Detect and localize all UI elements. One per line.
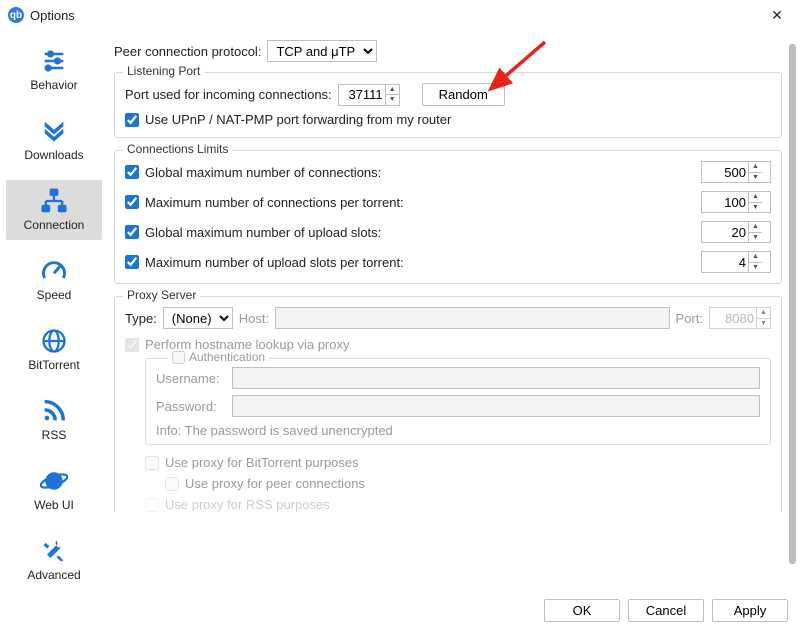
group-proxy-server: Proxy Server Type: (None) Host: Port: ▲▼… (114, 296, 782, 512)
group-listening-port: Listening Port Port used for incoming co… (114, 72, 782, 138)
username-label: Username: (156, 371, 226, 386)
proxy-host-label: Host: (239, 311, 269, 326)
sidebar-item-bittorrent[interactable]: BitTorrent (6, 320, 102, 380)
limit-global-upload-input[interactable]: ▲▼ (701, 221, 771, 243)
sidebar-item-label: Downloads (24, 148, 83, 162)
network-icon (39, 186, 69, 216)
sidebar-item-behavior[interactable]: Behavior (6, 40, 102, 100)
proxy-type-label: Type: (125, 311, 157, 326)
limit-global-conn-checkbox[interactable] (125, 165, 139, 179)
password-info: Info: The password is saved unencrypted (156, 423, 760, 438)
proxy-rss-checkbox (145, 498, 159, 512)
limit-global-upload-checkbox[interactable] (125, 225, 139, 239)
group-title: Proxy Server (123, 288, 200, 302)
proxy-peer-checkbox (165, 477, 179, 491)
proxy-peer-label: Use proxy for peer connections (185, 476, 365, 491)
planet-icon (39, 466, 69, 496)
proxy-port-input: ▲▼ (709, 307, 771, 329)
sidebar-item-label: Behavior (30, 78, 77, 92)
proxy-type-select[interactable]: (None) (163, 307, 233, 329)
sidebar-item-label: Web UI (34, 498, 74, 512)
proxy-bt-label: Use proxy for BitTorrent purposes (165, 455, 359, 470)
limit-conn-per-torrent-checkbox[interactable] (125, 195, 139, 209)
password-label: Password: (156, 399, 226, 414)
sidebar-item-label: RSS (42, 428, 67, 442)
proxy-rss-label: Use proxy for RSS purposes (165, 497, 330, 512)
cancel-button[interactable]: Cancel (628, 599, 704, 622)
chevrons-down-icon (39, 116, 69, 146)
group-title: Connections Limits (123, 142, 232, 156)
scrollbar[interactable] (789, 44, 796, 564)
sidebar-item-downloads[interactable]: Downloads (6, 110, 102, 170)
limit-global-conn-input[interactable]: ▲▼ (701, 161, 771, 183)
sidebar-item-rss[interactable]: RSS (6, 390, 102, 450)
limit-label: Maximum number of connections per torren… (145, 195, 404, 210)
window-title: Options (30, 8, 75, 23)
limit-upload-per-torrent-input[interactable]: ▲▼ (701, 251, 771, 273)
sidebar-item-label: Speed (37, 288, 72, 302)
sidebar: Behavior Downloads Connection Speed BitT… (0, 30, 108, 590)
close-button[interactable]: ✕ (762, 7, 792, 24)
proxy-host-input (275, 307, 669, 329)
group-title: Listening Port (123, 64, 204, 78)
titlebar: qb Options ✕ (0, 0, 800, 30)
gauge-icon (39, 256, 69, 286)
proxy-port-label: Port: (676, 311, 703, 326)
upnp-label: Use UPnP / NAT-PMP port forwarding from … (145, 112, 451, 127)
sliders-icon (39, 46, 69, 76)
apply-button[interactable]: Apply (712, 599, 788, 622)
sidebar-item-connection[interactable]: Connection (6, 180, 102, 240)
sidebar-item-label: Advanced (27, 568, 80, 582)
peer-protocol-label: Peer connection protocol: (114, 44, 261, 59)
sidebar-item-webui[interactable]: Web UI (6, 460, 102, 520)
random-button[interactable]: Random (422, 83, 505, 106)
port-label: Port used for incoming connections: (125, 87, 332, 102)
limit-conn-per-torrent-input[interactable]: ▲▼ (701, 191, 771, 213)
auth-label: Authentication (189, 350, 265, 364)
sidebar-item-label: BitTorrent (28, 358, 79, 372)
app-icon: qb (8, 7, 24, 23)
limit-label: Maximum number of upload slots per torre… (145, 255, 404, 270)
sidebar-item-speed[interactable]: Speed (6, 250, 102, 310)
limit-label: Global maximum number of connections: (145, 165, 381, 180)
ok-button[interactable]: OK (544, 599, 620, 622)
upnp-checkbox[interactable] (125, 113, 139, 127)
globe-icon (39, 326, 69, 356)
auth-checkbox (172, 351, 185, 364)
username-input (232, 367, 760, 389)
password-input (232, 395, 760, 417)
port-input[interactable]: ▲▼ (338, 84, 400, 106)
port-value[interactable] (339, 85, 385, 105)
port-spinner[interactable]: ▲▼ (385, 85, 399, 105)
sidebar-item-label: Connection (24, 218, 85, 232)
limit-upload-per-torrent-checkbox[interactable] (125, 255, 139, 269)
group-authentication: Authentication Username: Password: Info:… (145, 358, 771, 445)
limit-label: Global maximum number of upload slots: (145, 225, 381, 240)
group-connections-limits: Connections Limits Global maximum number… (114, 150, 782, 284)
proxy-hostname-lookup-checkbox (125, 338, 139, 352)
peer-protocol-select[interactable]: TCP and μTP (267, 40, 377, 62)
tools-icon (39, 536, 69, 566)
proxy-bt-checkbox (145, 456, 159, 470)
sidebar-item-advanced[interactable]: Advanced (6, 530, 102, 590)
footer: OK Cancel Apply (0, 590, 800, 630)
content-pane: Peer connection protocol: TCP and μTP Li… (108, 30, 800, 590)
rss-icon (39, 396, 69, 426)
